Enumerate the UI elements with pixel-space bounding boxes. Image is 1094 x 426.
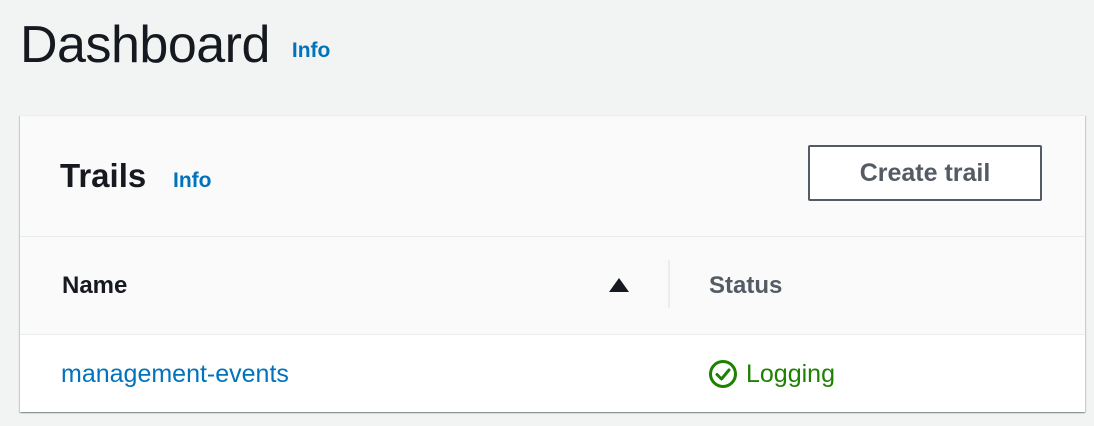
trails-title: Trails [60,157,147,194]
create-trail-button[interactable]: Create trail [808,145,1042,201]
column-divider[interactable] [668,260,670,308]
column-header-status[interactable]: Status [709,272,782,300]
page-header: Dashboard Info [20,0,330,80]
check-circle-icon [709,360,737,388]
triangle-up-icon[interactable] [608,277,630,293]
table-header: Name Status [20,237,1085,335]
page-title: Dashboard [20,16,270,74]
column-header-name[interactable]: Name [62,272,127,300]
table-row: management-events Logging [20,335,1085,412]
page-info-link[interactable]: Info [292,16,330,86]
trails-table: Name Status management-events Logging [20,237,1085,412]
trails-container: Trails Info Create trail Name Status man… [20,115,1085,412]
status-text: Logging [746,360,835,388]
trails-info-link[interactable]: Info [173,167,211,195]
trail-name-link[interactable]: management-events [61,358,289,390]
status-indicator: Logging [708,358,835,390]
trails-header: Trails Info Create trail [20,116,1085,237]
